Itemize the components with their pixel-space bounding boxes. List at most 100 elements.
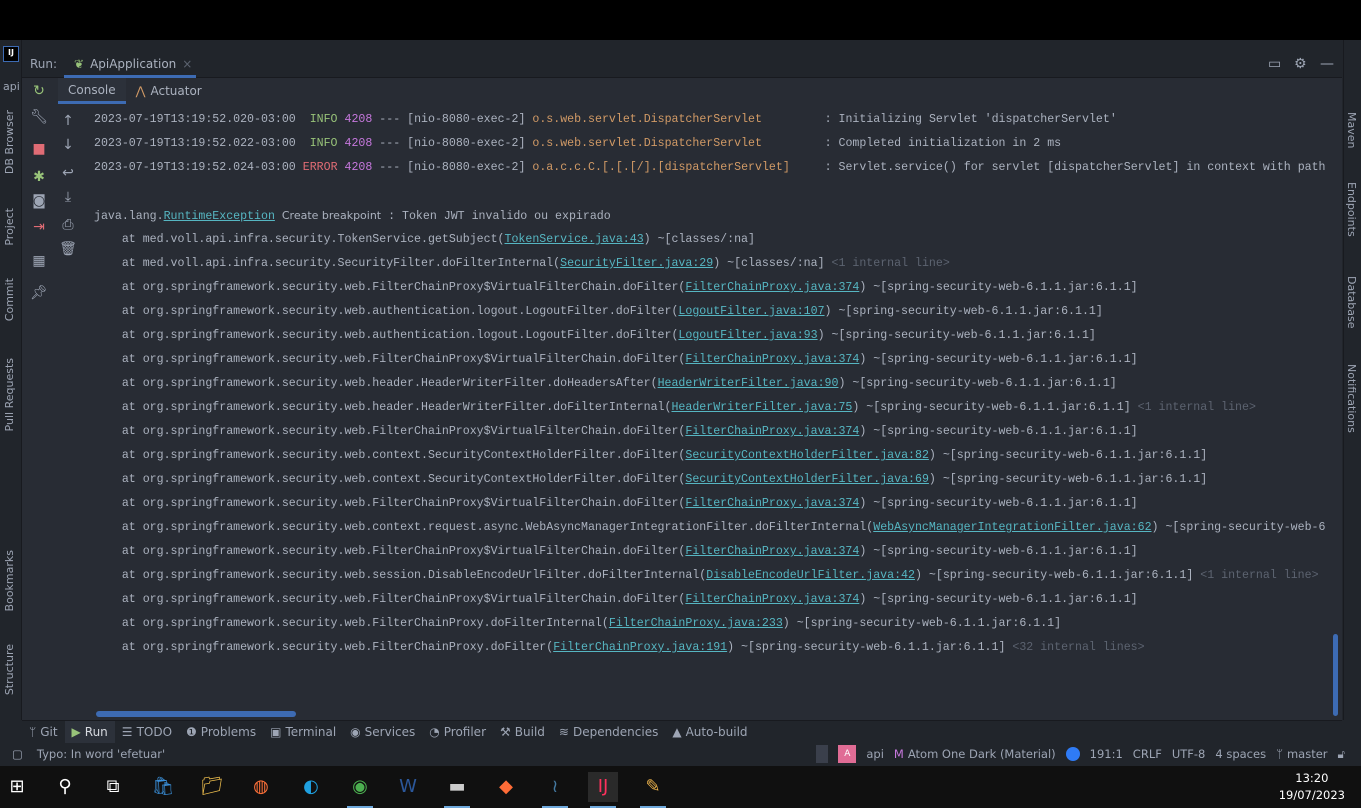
- tool-window-bar: ᛘ Git ▶ Run ☰ TODO ❶ Problems ▣ Terminal ◉ Services…: [22, 720, 1342, 743]
- cursor-position[interactable]: 191:1: [1090, 747, 1123, 761]
- bookmarks-tab[interactable]: Bookmarks: [3, 550, 16, 611]
- close-icon[interactable]: ×: [182, 57, 192, 71]
- firefox-icon[interactable]: ◍: [246, 772, 276, 802]
- lock-icon[interactable]: 🔓︎: [1338, 747, 1345, 762]
- stop-icon[interactable]: ■: [30, 140, 48, 158]
- status-indicator-icon[interactable]: [1065, 747, 1080, 761]
- run-tab-apiapplication[interactable]: ❦ ApiApplication ×: [64, 52, 196, 78]
- source-link[interactable]: FilterChainProxy.java:191: [553, 641, 727, 654]
- intellij-icon[interactable]: IJ: [588, 772, 618, 808]
- log-text[interactable]: <32 internal lines>: [1012, 641, 1144, 654]
- horizontal-scrollbar[interactable]: [96, 711, 296, 717]
- avatar[interactable]: A: [838, 745, 857, 763]
- trash-icon[interactable]: 🗑︎: [59, 240, 77, 258]
- log-text: ERROR: [302, 161, 338, 174]
- db-browser-tab[interactable]: DB Browser: [3, 110, 16, 174]
- encoding[interactable]: UTF-8: [1172, 747, 1206, 761]
- tool-window-todo[interactable]: ☰ TODO: [115, 721, 179, 743]
- maven-tab[interactable]: Maven: [1345, 112, 1358, 148]
- camera-icon[interactable]: ◙: [30, 192, 48, 210]
- database-tab[interactable]: Database: [1345, 276, 1358, 329]
- tool-window-build[interactable]: ⚒ Build: [493, 721, 552, 743]
- source-link[interactable]: FilterChainProxy.java:374: [685, 353, 859, 366]
- rerun-icon[interactable]: ↻: [30, 82, 48, 100]
- file-explorer-icon[interactable]: 📁︎: [197, 772, 227, 802]
- source-link[interactable]: FilterChainProxy.java:233: [609, 617, 783, 630]
- tool-window-run[interactable]: ▶ Run: [64, 720, 115, 743]
- tab-actuator[interactable]: ⋀ Actuator: [126, 78, 212, 104]
- project-name-status[interactable]: api: [866, 747, 884, 761]
- source-link[interactable]: HeaderWriterFilter.java:90: [658, 377, 839, 390]
- layout-icon[interactable]: ▭: [1268, 56, 1281, 72]
- tab-console[interactable]: Console: [58, 78, 126, 104]
- notifications-tab[interactable]: Notifications: [1345, 364, 1358, 433]
- chrome-icon[interactable]: ◉: [345, 772, 375, 808]
- exit-icon[interactable]: ⇥: [30, 218, 48, 236]
- source-link[interactable]: FilterChainProxy.java:374: [685, 281, 859, 294]
- layout-grid-icon[interactable]: ▦: [30, 252, 48, 270]
- source-link[interactable]: HeaderWriterFilter.java:75: [671, 401, 852, 414]
- source-link[interactable]: WebAsyncManagerIntegrationFilter.java:62: [873, 521, 1151, 534]
- debug-icon[interactable]: ✱: [30, 168, 48, 186]
- paint-icon[interactable]: ✎: [638, 772, 668, 808]
- status-message[interactable]: Typo: In word 'efetuar': [37, 747, 165, 761]
- wrench-icon[interactable]: 🔧︎: [30, 108, 48, 126]
- indent[interactable]: 4 spaces: [1215, 747, 1266, 761]
- source-link[interactable]: FilterChainProxy.java:374: [685, 497, 859, 510]
- scroll-to-end-icon[interactable]: ⤓: [59, 188, 77, 206]
- windows-start-icon[interactable]: ⊞: [2, 772, 32, 802]
- print-icon[interactable]: ⎙: [59, 216, 77, 234]
- gear-icon[interactable]: ⚙: [1294, 56, 1307, 72]
- tool-window-problems[interactable]: ❶ Problems: [179, 721, 263, 743]
- microsoft-store-icon[interactable]: 🛍︎: [148, 772, 178, 802]
- project-tab[interactable]: Project: [3, 208, 16, 246]
- arrow-down-icon[interactable]: ↓: [59, 136, 77, 154]
- log-text[interactable]: <1 internal line>: [1138, 401, 1256, 414]
- task-view-icon[interactable]: ⧉: [98, 772, 128, 802]
- postman-icon[interactable]: ◆: [491, 772, 521, 802]
- line-separator[interactable]: CRLF: [1133, 747, 1162, 761]
- theme-name[interactable]: Atom One Dark (Material): [908, 747, 1056, 761]
- structure-tab[interactable]: Structure: [3, 644, 16, 695]
- console-output[interactable]: 2023-07-19T13:19:52.020-03:00 INFO 4208 …: [94, 108, 1334, 688]
- tool-window-dependencies[interactable]: ≋ Dependencies: [552, 721, 665, 743]
- tool-window-terminal[interactable]: ▣ Terminal: [263, 721, 343, 743]
- panel-toggle-icon[interactable]: ▢: [12, 747, 23, 761]
- source-link[interactable]: FilterChainProxy.java:374: [685, 425, 859, 438]
- tool-window-auto-build[interactable]: ▲ Auto-build: [665, 721, 754, 743]
- source-link[interactable]: FilterChainProxy.java:374: [685, 545, 859, 558]
- pin-icon[interactable]: 📌︎: [30, 284, 48, 302]
- edge-icon[interactable]: ◐: [296, 772, 326, 802]
- mysql-workbench-icon[interactable]: ≀: [540, 772, 570, 808]
- log-text: ) ~[spring-security-web-6.1.1.jar:6.1.1]: [824, 305, 1103, 318]
- commit-tab[interactable]: Commit: [3, 278, 16, 321]
- log-text[interactable]: <1 internal line>: [1200, 569, 1318, 582]
- tool-window-services[interactable]: ◉ Services: [343, 721, 422, 743]
- word-icon[interactable]: W: [393, 772, 423, 802]
- branch-name[interactable]: master: [1287, 747, 1328, 761]
- arrow-up-icon[interactable]: ↑: [59, 112, 77, 130]
- soft-wrap-icon[interactable]: ↩: [59, 164, 77, 182]
- minimize-icon[interactable]: —: [1320, 56, 1334, 72]
- log-text: o.a.c.c.C.[.[.[/].[dispatcherServlet]: [532, 161, 811, 174]
- source-link[interactable]: SecurityContextHolderFilter.java:82: [685, 449, 929, 462]
- source-link[interactable]: SecurityFilter.java:29: [560, 257, 713, 270]
- source-link[interactable]: TokenService.java:43: [505, 233, 644, 246]
- source-link[interactable]: LogoutFilter.java:93: [678, 329, 817, 342]
- tool-window-git[interactable]: ᛘ Git: [22, 721, 65, 743]
- source-link[interactable]: FilterChainProxy.java:374: [685, 593, 859, 606]
- terminal-icon[interactable]: ▬: [442, 772, 472, 808]
- tool-window-profiler[interactable]: ◔ Profiler: [422, 721, 493, 743]
- source-link[interactable]: LogoutFilter.java:107: [678, 305, 824, 318]
- create-breakpoint-link[interactable]: Create breakpoint: [282, 209, 381, 222]
- source-link[interactable]: DisableEncodeUrlFilter.java:42: [706, 569, 915, 582]
- endpoints-tab[interactable]: Endpoints: [1345, 182, 1358, 237]
- search-icon[interactable]: ⚲: [50, 772, 80, 802]
- clock[interactable]: 13:20 19/07/2023: [1279, 770, 1345, 804]
- log-text[interactable]: <1 internal line>: [832, 257, 950, 270]
- source-link[interactable]: SecurityContextHolderFilter.java:69: [685, 473, 929, 486]
- tool-window-label: TODO: [136, 724, 173, 739]
- source-link[interactable]: RuntimeException: [164, 210, 275, 223]
- pull-requests-tab[interactable]: Pull Requests: [3, 358, 16, 431]
- vertical-scrollbar[interactable]: [1333, 634, 1338, 716]
